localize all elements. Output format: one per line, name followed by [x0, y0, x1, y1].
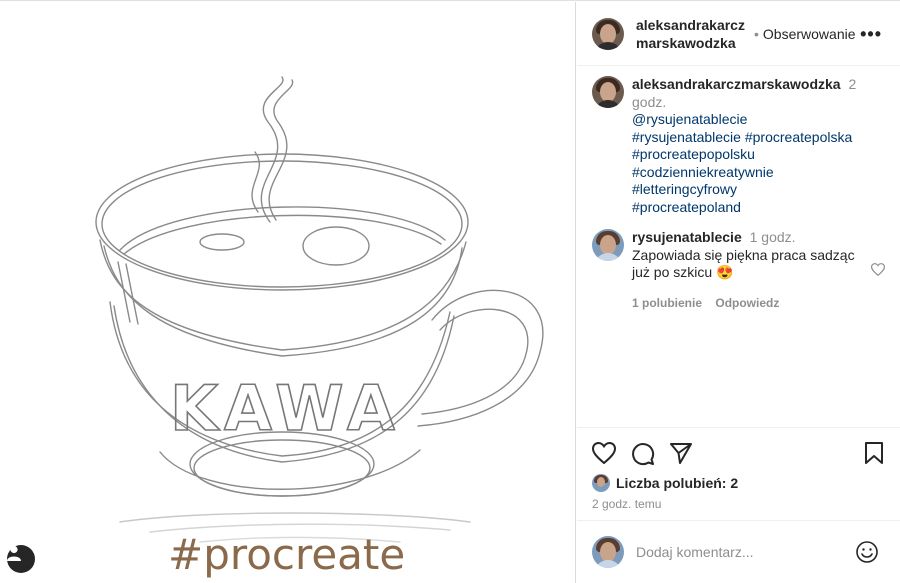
- user-icon: [7, 545, 21, 561]
- like-heart-icon[interactable]: [592, 442, 616, 464]
- caption-line[interactable]: #procreatepoland: [632, 199, 882, 217]
- comment-author[interactable]: rysujenatablecie: [632, 229, 742, 245]
- follow-status-button[interactable]: • Obserwowanie: [754, 26, 856, 42]
- author-username[interactable]: aleksandrakarczmarskawodzka: [636, 16, 748, 52]
- post-header: aleksandrakarczmarskawodzka • Obserwowani…: [577, 2, 900, 66]
- likes-count-label: Liczba polubień: 2: [616, 475, 739, 491]
- procreate-hashtag-text: #procreate: [168, 530, 405, 579]
- comment-input[interactable]: Dodaj komentarz...: [636, 544, 856, 560]
- separator-dot: •: [754, 25, 759, 42]
- follow-label: Obserwowanie: [762, 25, 856, 42]
- commenter-avatar[interactable]: [592, 229, 624, 261]
- comment-bubble-icon[interactable]: [631, 442, 655, 466]
- coffee-cup-sketch: KAWA #procreate: [95, 76, 544, 579]
- post-actions-bar: [577, 427, 900, 475]
- caption: aleksandrakarczmarskawodzka 2 godz. @rys…: [592, 76, 885, 216]
- comment-like-heart-icon[interactable]: [871, 263, 885, 276]
- more-options-icon[interactable]: •••: [860, 24, 882, 45]
- reply-button[interactable]: Odpowiedz: [715, 296, 779, 310]
- likes-summary[interactable]: Liczba polubień: 2: [592, 474, 738, 492]
- post-side-panel: aleksandrakarczmarskawodzka • Obserwowani…: [577, 2, 900, 583]
- caption-line[interactable]: #procreatepopolsku: [632, 146, 882, 164]
- add-comment-bar: Dodaj komentarz...: [577, 520, 900, 583]
- share-paper-plane-icon[interactable]: [669, 442, 693, 464]
- caption-hashtags: @rysujenatablecie #rysujenatablecie #pro…: [632, 111, 882, 216]
- instagram-post-window: KAWA #procreate aleksandrakarczmarskawod…: [0, 0, 900, 583]
- caption-author[interactable]: aleksandrakarczmarskawodzka: [632, 76, 841, 92]
- caption-line[interactable]: @rysujenatablecie: [632, 111, 882, 129]
- comment-item: rysujenatablecie 1 godz. Zapowiada się p…: [592, 229, 885, 312]
- cup-lettering: KAWA: [170, 372, 401, 445]
- post-timestamp[interactable]: 2 godz. temu: [592, 497, 661, 511]
- liker-avatar: [592, 474, 610, 492]
- comment-text: Zapowiada się piękna praca sadząc już po…: [632, 246, 855, 281]
- current-user-avatar: [592, 536, 624, 568]
- comment-likes-count[interactable]: 1 polubienie: [632, 296, 702, 310]
- caption-line[interactable]: #rysujenatablecie #procreatepolska: [632, 129, 882, 147]
- comment-meta: 1 polubienie Odpowiedz: [632, 295, 872, 313]
- caption-line[interactable]: #codzienniekreatywnie #letteringcyfrowy: [632, 164, 882, 199]
- comments-list: aleksandrakarczmarskawodzka 2 godz. @rys…: [577, 66, 900, 428]
- emoji-smiley-icon[interactable]: [856, 541, 878, 563]
- tagged-users-button[interactable]: [7, 545, 35, 573]
- author-avatar[interactable]: [592, 17, 624, 50]
- save-bookmark-icon[interactable]: [864, 442, 884, 464]
- post-image[interactable]: KAWA #procreate: [0, 2, 576, 583]
- comment-time[interactable]: 1 godz.: [750, 229, 796, 245]
- caption-author-avatar[interactable]: [592, 76, 624, 108]
